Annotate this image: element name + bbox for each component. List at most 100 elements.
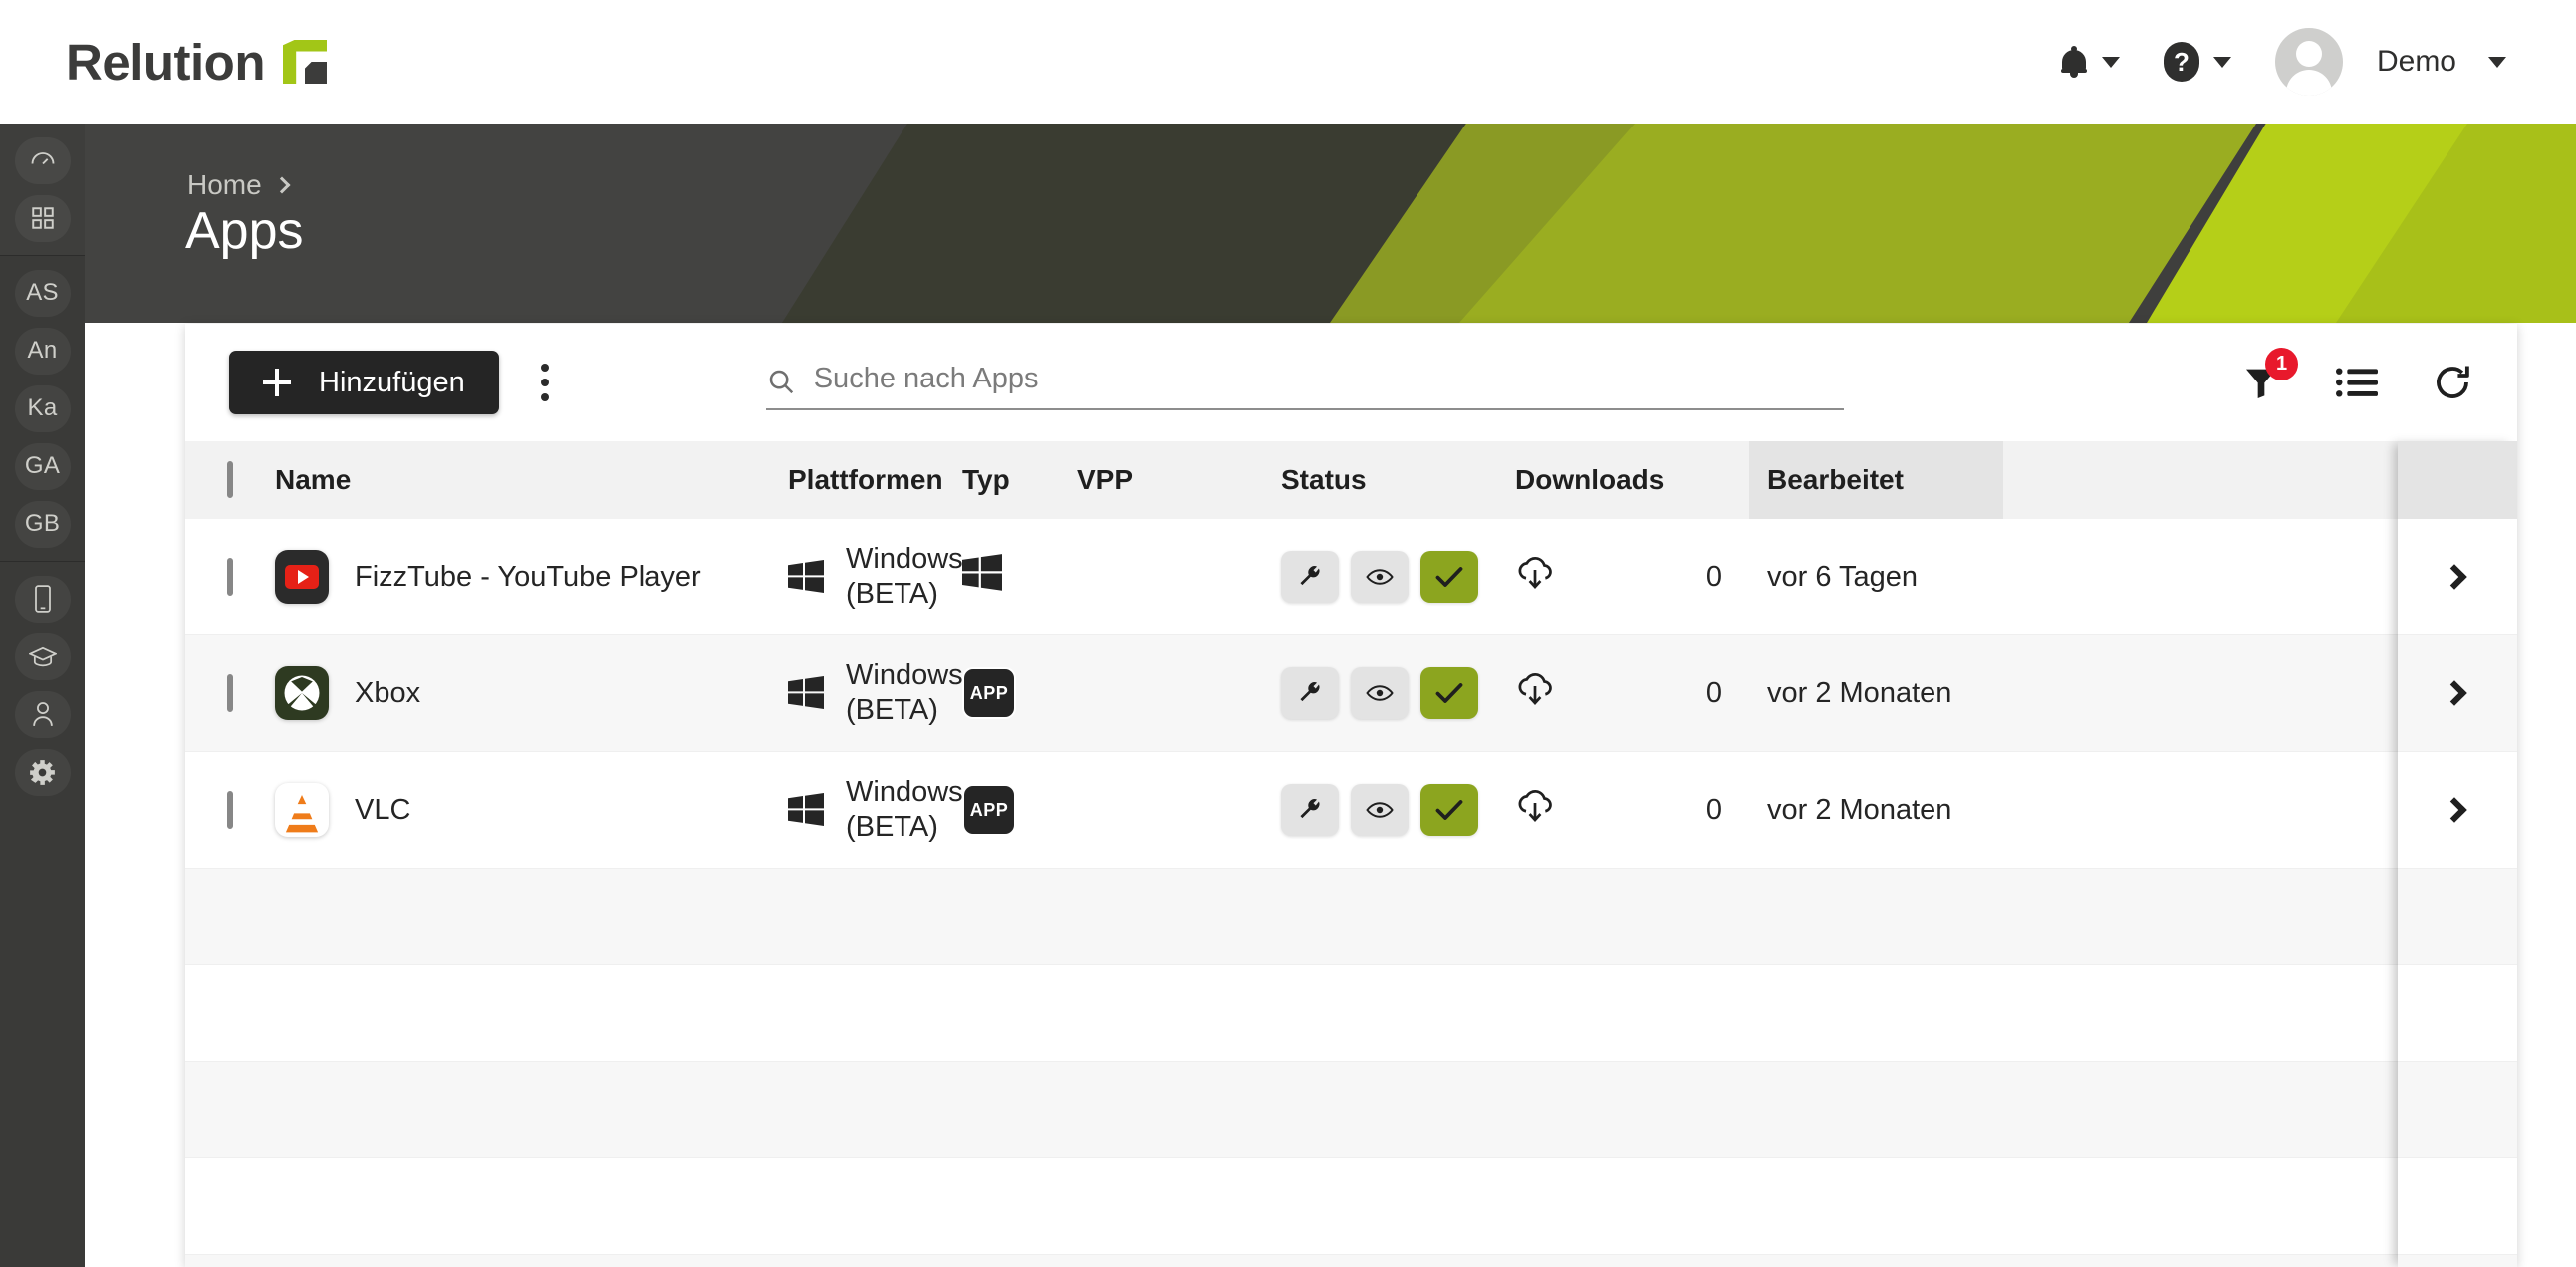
row-detail-button[interactable] bbox=[2398, 635, 2517, 752]
row-detail-button[interactable] bbox=[2398, 519, 2517, 635]
checkbox-unchecked-icon[interactable] bbox=[227, 791, 233, 829]
breadcrumb-home[interactable]: Home bbox=[187, 169, 262, 201]
sidebar-item-settings[interactable] bbox=[0, 743, 85, 801]
check-icon[interactable] bbox=[1420, 667, 1478, 719]
brand-logo[interactable]: Relution bbox=[66, 33, 327, 92]
app-header: Relution ? Demo bbox=[0, 0, 2576, 124]
user-menu[interactable]: Demo bbox=[2253, 27, 2528, 97]
checkbox-unchecked-icon[interactable] bbox=[227, 461, 233, 498]
row-detail-empty bbox=[2398, 1158, 2517, 1255]
sidebar-item-devices[interactable] bbox=[0, 570, 85, 628]
checkbox-unchecked-icon[interactable] bbox=[227, 674, 233, 712]
cell-name: FizzTube - YouTube Player bbox=[275, 550, 788, 604]
row-detail-button[interactable] bbox=[2398, 752, 2517, 869]
row-detail-column bbox=[2398, 441, 2517, 1267]
apps-toolbar: Hinzufügen 1 bbox=[185, 324, 2517, 441]
row-checkbox-cell bbox=[185, 794, 275, 827]
filter-button[interactable]: 1 bbox=[2238, 360, 2284, 405]
relution-logo-mark-icon bbox=[283, 40, 327, 84]
notifications-menu[interactable] bbox=[2038, 27, 2142, 97]
column-header-plattformen[interactable]: Plattformen bbox=[788, 464, 962, 496]
cell-status bbox=[1281, 784, 1515, 836]
cell-typ: APP bbox=[962, 667, 1077, 719]
app-badge-icon: APP bbox=[962, 784, 1016, 836]
app-badge-icon: APP bbox=[962, 667, 1016, 719]
search-input[interactable] bbox=[814, 363, 1844, 401]
eye-icon[interactable] bbox=[1351, 784, 1409, 836]
chevron-down-icon bbox=[2488, 57, 2506, 68]
platform-label: Windows (BETA) bbox=[846, 542, 963, 613]
bell-icon bbox=[2060, 46, 2088, 78]
fizztube-youtube-icon bbox=[275, 550, 329, 604]
chevron-down-icon bbox=[2213, 57, 2231, 68]
sidebar-item-ga[interactable]: GA bbox=[0, 437, 85, 495]
sidebar-item-dashboard[interactable] bbox=[0, 131, 85, 189]
check-icon[interactable] bbox=[1420, 784, 1478, 836]
wrench-icon[interactable] bbox=[1281, 551, 1339, 603]
app-name: VLC bbox=[355, 794, 410, 827]
eye-icon[interactable] bbox=[1351, 551, 1409, 603]
wrench-icon[interactable] bbox=[1281, 667, 1339, 719]
list-view-button[interactable] bbox=[2334, 360, 2380, 405]
help-menu[interactable]: ? bbox=[2142, 27, 2253, 97]
cell-downloads-icon bbox=[1515, 788, 1679, 832]
app-name: FizzTube - YouTube Player bbox=[355, 561, 701, 594]
table-header-row: Name Plattformen Typ VPP Status Download… bbox=[185, 441, 2517, 519]
cell-bearbeitet: vor 2 Monaten bbox=[1749, 677, 2003, 710]
search-field[interactable] bbox=[766, 355, 1844, 410]
kebab-menu-icon[interactable] bbox=[515, 353, 575, 412]
table-row-empty bbox=[185, 1062, 2517, 1158]
check-icon[interactable] bbox=[1420, 551, 1478, 603]
chevron-right-icon bbox=[273, 177, 290, 194]
toolbar-icons: 1 bbox=[2238, 360, 2475, 405]
column-header-name[interactable]: Name bbox=[275, 464, 788, 496]
sidebar-item-label: An bbox=[15, 328, 71, 375]
table-row[interactable]: VLC Windows (BETA) APP bbox=[185, 752, 2517, 869]
sidebar-item-as[interactable]: AS bbox=[0, 264, 85, 322]
page-banner bbox=[85, 124, 2576, 323]
cell-downloads-count: 0 bbox=[1679, 561, 1749, 594]
xbox-icon bbox=[275, 666, 329, 720]
select-all-checkbox-cell bbox=[185, 464, 275, 496]
search-icon bbox=[766, 367, 796, 396]
chevron-right-icon bbox=[2442, 680, 2466, 705]
cell-downloads-icon bbox=[1515, 671, 1679, 715]
sidebar-item-ka[interactable]: Ka bbox=[0, 380, 85, 437]
checkbox-unchecked-icon[interactable] bbox=[227, 558, 233, 596]
cell-downloads-count: 0 bbox=[1679, 677, 1749, 710]
graduation-cap-icon bbox=[15, 634, 71, 680]
person-icon bbox=[15, 691, 71, 738]
column-header-vpp[interactable]: VPP bbox=[1077, 464, 1281, 496]
add-app-button[interactable]: Hinzufügen bbox=[229, 351, 499, 414]
sidebar-item-gb[interactable]: GB bbox=[0, 495, 85, 553]
sidebar-item-users[interactable] bbox=[0, 685, 85, 743]
column-header-downloads[interactable]: Downloads bbox=[1515, 464, 1749, 496]
column-header-typ[interactable]: Typ bbox=[962, 464, 1077, 496]
sidebar-item-education[interactable] bbox=[0, 628, 85, 685]
table-row[interactable]: FizzTube - YouTube Player Windows (BETA) bbox=[185, 519, 2517, 635]
sidebar-item-an[interactable]: An bbox=[0, 322, 85, 380]
sidebar-item-apps[interactable] bbox=[0, 189, 85, 247]
vlc-icon bbox=[275, 783, 329, 837]
breadcrumb[interactable]: Home bbox=[187, 169, 288, 201]
column-header-status[interactable]: Status bbox=[1281, 464, 1515, 496]
cell-bearbeitet: vor 6 Tagen bbox=[1749, 561, 2003, 594]
cell-downloads-icon bbox=[1515, 555, 1679, 599]
table-row[interactable]: Xbox Windows (BETA) APP bbox=[185, 635, 2517, 752]
wrench-icon[interactable] bbox=[1281, 784, 1339, 836]
table-row-empty bbox=[185, 869, 2517, 965]
cell-plattformen: Windows (BETA) bbox=[788, 775, 962, 846]
refresh-button[interactable] bbox=[2430, 360, 2475, 405]
cloud-download-icon bbox=[1515, 788, 1555, 832]
cell-downloads-count: 0 bbox=[1679, 794, 1749, 827]
column-header-bearbeitet[interactable]: Bearbeitet bbox=[1749, 441, 2003, 519]
cloud-download-icon bbox=[1515, 671, 1555, 715]
header-actions: ? Demo bbox=[2038, 27, 2528, 97]
sidebar: AS An Ka GA GB bbox=[0, 124, 85, 1267]
cell-plattformen: Windows (BETA) bbox=[788, 658, 962, 729]
table-row-empty bbox=[185, 1158, 2517, 1255]
cell-name: VLC bbox=[275, 783, 788, 837]
apps-card: Hinzufügen 1 bbox=[185, 324, 2517, 1267]
eye-icon[interactable] bbox=[1351, 667, 1409, 719]
platform-label: Windows (BETA) bbox=[846, 775, 963, 846]
